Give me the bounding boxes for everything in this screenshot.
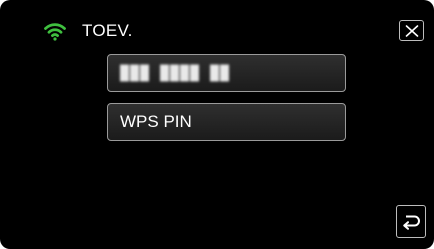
wps-pin-button[interactable]: WPS PIN [107, 103, 346, 141]
header: TOEV. [44, 19, 133, 43]
wifi-icon [44, 23, 66, 41]
close-button[interactable] [399, 20, 424, 41]
close-icon [405, 24, 418, 37]
return-icon [403, 215, 420, 230]
network-name-button[interactable]: ███ ████ ██ [107, 54, 346, 92]
wps-pin-label: WPS PIN [120, 112, 192, 131]
back-button[interactable] [396, 205, 426, 238]
screen: TOEV. ███ ████ ██ WPS PIN [0, 0, 434, 249]
camera-menu-panel: TOEV. ███ ████ ██ WPS PIN [0, 0, 434, 249]
network-name-label: ███ ████ ██ [120, 64, 231, 82]
page-title: TOEV. [82, 21, 133, 40]
